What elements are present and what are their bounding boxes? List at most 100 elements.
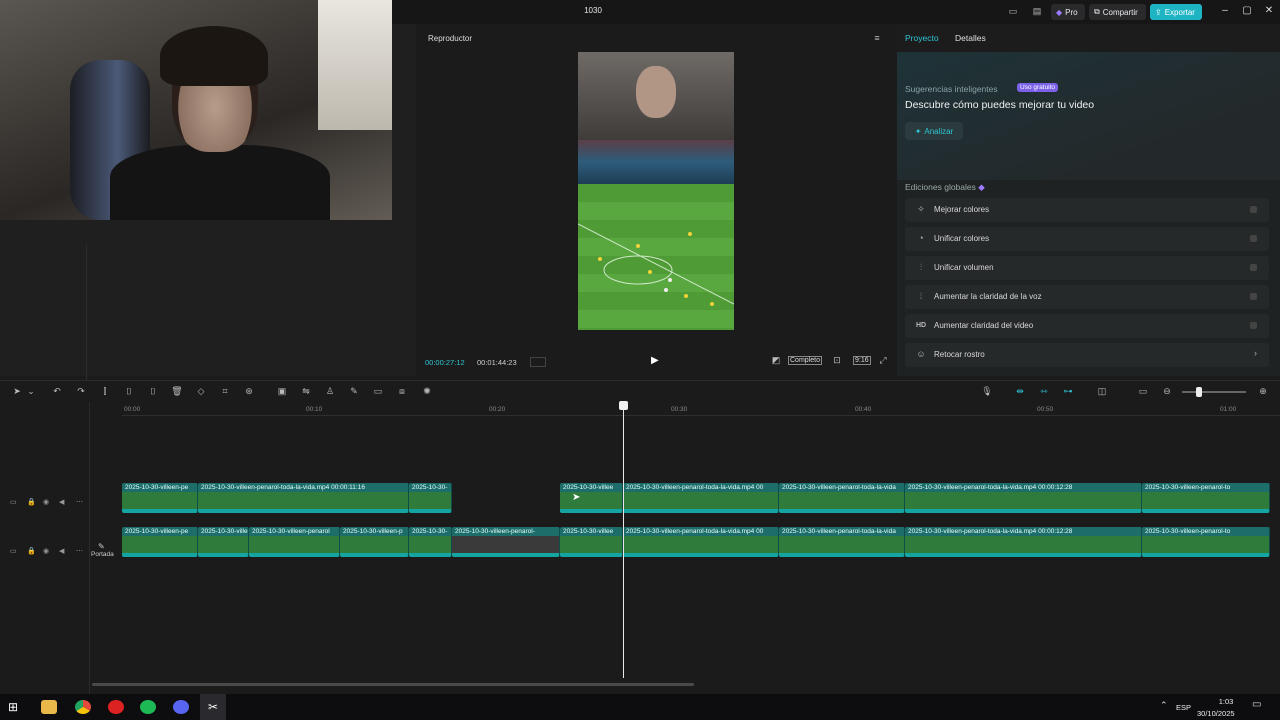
person-cutout-icon[interactable]: ♙ bbox=[323, 386, 337, 397]
eye-icon[interactable]: ◉ bbox=[43, 498, 49, 506]
video-clip[interactable]: 2025-10-30-villeen-penarol- bbox=[452, 527, 560, 557]
video-clip[interactable]: 2025-10-30-villeen-pe bbox=[122, 527, 198, 557]
magic-edit-icon[interactable]: ✎ bbox=[347, 386, 361, 397]
mirror-icon[interactable]: ⇋ bbox=[299, 386, 313, 397]
global-edit-unify-colors[interactable]: ◔ Unificar colores bbox=[905, 227, 1269, 251]
chrome-icon[interactable] bbox=[75, 700, 91, 714]
speaker-icon[interactable]: ◀ bbox=[59, 498, 64, 506]
trash-icon[interactable]: 🗑 bbox=[170, 386, 184, 397]
close-icon[interactable]: ✕ bbox=[1262, 5, 1276, 16]
snap-icon[interactable]: ⇿ bbox=[1037, 386, 1051, 397]
minimize-icon[interactable]: – bbox=[1218, 5, 1232, 16]
speed-icon[interactable]: ⊛ bbox=[242, 386, 256, 397]
subtitle-toggle-icon[interactable]: ▭ bbox=[1136, 386, 1150, 397]
global-edit-face-retouch[interactable]: ☺ Retocar rostro › bbox=[905, 343, 1269, 367]
video-clip[interactable]: 2025-10-30-villeen-penarol-toda-la-vida.… bbox=[623, 527, 779, 557]
shortcut-icon[interactable]: ▤ bbox=[1030, 6, 1044, 17]
preview-axis-icon[interactable]: ◫ bbox=[1095, 386, 1109, 397]
zoom-in-icon[interactable]: ⊕ bbox=[1256, 386, 1270, 397]
chevron-down-icon[interactable]: ⌄ bbox=[24, 386, 38, 397]
cover-button[interactable]: Portada bbox=[91, 551, 114, 558]
lock-icon[interactable]: 🔒 bbox=[27, 498, 36, 506]
video-clip[interactable]: 2025-10-30-villeen-penarol-to bbox=[1142, 483, 1270, 513]
video-clip[interactable]: 2025-10-30-villeen-penarol-to bbox=[1142, 527, 1270, 557]
capcut-icon[interactable]: ✂ bbox=[205, 700, 221, 714]
video-clip[interactable]: 2025-10-30-villeen-penarol-toda-la-vida bbox=[779, 527, 905, 557]
language-indicator[interactable]: ESP bbox=[1176, 703, 1191, 712]
discord-icon[interactable] bbox=[173, 700, 189, 714]
track-thumb-icon[interactable]: ▭ bbox=[10, 547, 17, 555]
global-edit-voice-clarity[interactable]: ⦙ Aumentar la claridad de la voz bbox=[905, 285, 1269, 309]
maximize-icon[interactable]: ▢ bbox=[1240, 5, 1254, 16]
video-clip[interactable]: 2025-10-30- bbox=[409, 483, 452, 513]
zoom-slider-handle[interactable] bbox=[1196, 387, 1202, 397]
playhead[interactable] bbox=[623, 402, 624, 678]
delete-left-icon[interactable]: ⌷ bbox=[122, 386, 136, 397]
notification-icon[interactable]: ▭ bbox=[1252, 699, 1261, 710]
analyze-button[interactable]: ✦ Analizar bbox=[905, 122, 963, 140]
global-edit-unify-volume[interactable]: ⫶ Unificar volumen bbox=[905, 256, 1269, 280]
video-clip[interactable]: 2025-10-30-villeen-penarol-toda-la-vida.… bbox=[623, 483, 779, 513]
video-clip[interactable]: 2025-10-30-villeen-p bbox=[340, 527, 409, 557]
fullscreen-icon[interactable]: ⤢ bbox=[876, 355, 890, 366]
aspect-ratio-button[interactable]: 9:16 bbox=[853, 356, 871, 365]
export-button[interactable]: ⇪ Exportar bbox=[1150, 4, 1202, 20]
toggle-switch[interactable] bbox=[1250, 206, 1257, 213]
toggle-switch[interactable] bbox=[1250, 235, 1257, 242]
video-clip[interactable]: 2025-10-30-villee bbox=[560, 527, 623, 557]
more-icon[interactable]: ⋯ bbox=[76, 547, 83, 555]
clock-time[interactable]: 1:03 bbox=[1210, 697, 1242, 706]
spotify-icon[interactable] bbox=[140, 700, 156, 714]
freeze-icon[interactable]: ▣ bbox=[275, 386, 289, 397]
play-icon[interactable]: ▶ bbox=[651, 355, 659, 366]
video-clip[interactable]: 2025-10-30-villee bbox=[560, 483, 623, 513]
video-preview[interactable] bbox=[578, 52, 734, 330]
tab-proyecto[interactable]: Proyecto bbox=[905, 33, 939, 43]
full-quality-button[interactable]: Completo bbox=[788, 356, 822, 365]
transform-icon[interactable]: ⧈ bbox=[395, 386, 409, 397]
speaker-icon[interactable]: ◀ bbox=[59, 547, 64, 555]
clock-date[interactable]: 30/10/2025 bbox=[1197, 709, 1235, 718]
global-edit-video-clarity[interactable]: HD Aumentar claridad del video bbox=[905, 314, 1269, 338]
tab-detalles[interactable]: Detalles bbox=[955, 33, 986, 43]
chevron-up-icon[interactable]: ⌃ bbox=[1160, 700, 1168, 711]
windows-start-icon[interactable]: ⊞ bbox=[8, 700, 24, 714]
toggle-switch[interactable] bbox=[1250, 322, 1257, 329]
pro-button[interactable]: ◆ Pro bbox=[1051, 4, 1085, 20]
subtitle-icon[interactable]: ▭ bbox=[371, 386, 385, 397]
redo-icon[interactable]: ↷ bbox=[74, 386, 88, 397]
marker-icon[interactable]: ◇ bbox=[194, 386, 208, 397]
playhead-handle[interactable] bbox=[619, 401, 628, 410]
video-clip[interactable]: 2025-10-30- bbox=[409, 527, 452, 557]
lock-icon[interactable]: 🔒 bbox=[27, 547, 36, 555]
timeline-scrollbar[interactable] bbox=[92, 683, 694, 686]
delete-right-icon[interactable]: ⌷ bbox=[146, 386, 160, 397]
video-clip[interactable]: 2025-10-30-villeen-penarol bbox=[249, 527, 340, 557]
recorder-icon[interactable] bbox=[108, 700, 124, 714]
file-explorer-icon[interactable] bbox=[41, 700, 57, 714]
eye-icon[interactable]: ◉ bbox=[43, 547, 49, 555]
track-thumb-icon[interactable]: ▭ bbox=[10, 498, 17, 506]
video-clip[interactable]: 2025-10-30-villeen-pe bbox=[122, 483, 198, 513]
split-icon[interactable]: ⫿ bbox=[98, 386, 112, 397]
timecode-grid-icon[interactable] bbox=[530, 357, 546, 367]
quality-icon[interactable]: ◩ bbox=[769, 355, 783, 366]
video-clip[interactable]: 2025-10-30-villeen-p bbox=[198, 527, 249, 557]
video-clip[interactable]: 2025-10-30-villeen-penarol-toda-la-vida bbox=[779, 483, 905, 513]
toggle-switch[interactable] bbox=[1250, 293, 1257, 300]
crop-icon[interactable]: ⌗ bbox=[218, 386, 232, 397]
snapshot-icon[interactable]: ⊡ bbox=[830, 355, 844, 366]
share-button[interactable]: ⧉ Compartir bbox=[1089, 4, 1146, 20]
video-clip[interactable]: 2025-10-30-villeen-penarol-toda-la-vida.… bbox=[198, 483, 409, 513]
global-edit-improve-colors[interactable]: ✧ Mejorar colores bbox=[905, 198, 1269, 222]
video-clip[interactable]: 2025-10-30-villeen-penarol-toda-la-vida.… bbox=[905, 483, 1142, 513]
zoom-slider[interactable] bbox=[1182, 391, 1246, 393]
menu-icon[interactable]: ≡ bbox=[870, 33, 884, 43]
ai-icon[interactable]: ✺ bbox=[420, 386, 434, 397]
more-icon[interactable]: ⋯ bbox=[76, 498, 83, 506]
undo-icon[interactable]: ↶ bbox=[50, 386, 64, 397]
select-cursor-icon[interactable]: ➤ bbox=[10, 386, 24, 397]
toggle-switch[interactable] bbox=[1250, 264, 1257, 271]
link-icon[interactable]: ⇹ bbox=[1013, 386, 1027, 397]
magnet-icon[interactable]: ⊶ bbox=[1061, 386, 1075, 397]
